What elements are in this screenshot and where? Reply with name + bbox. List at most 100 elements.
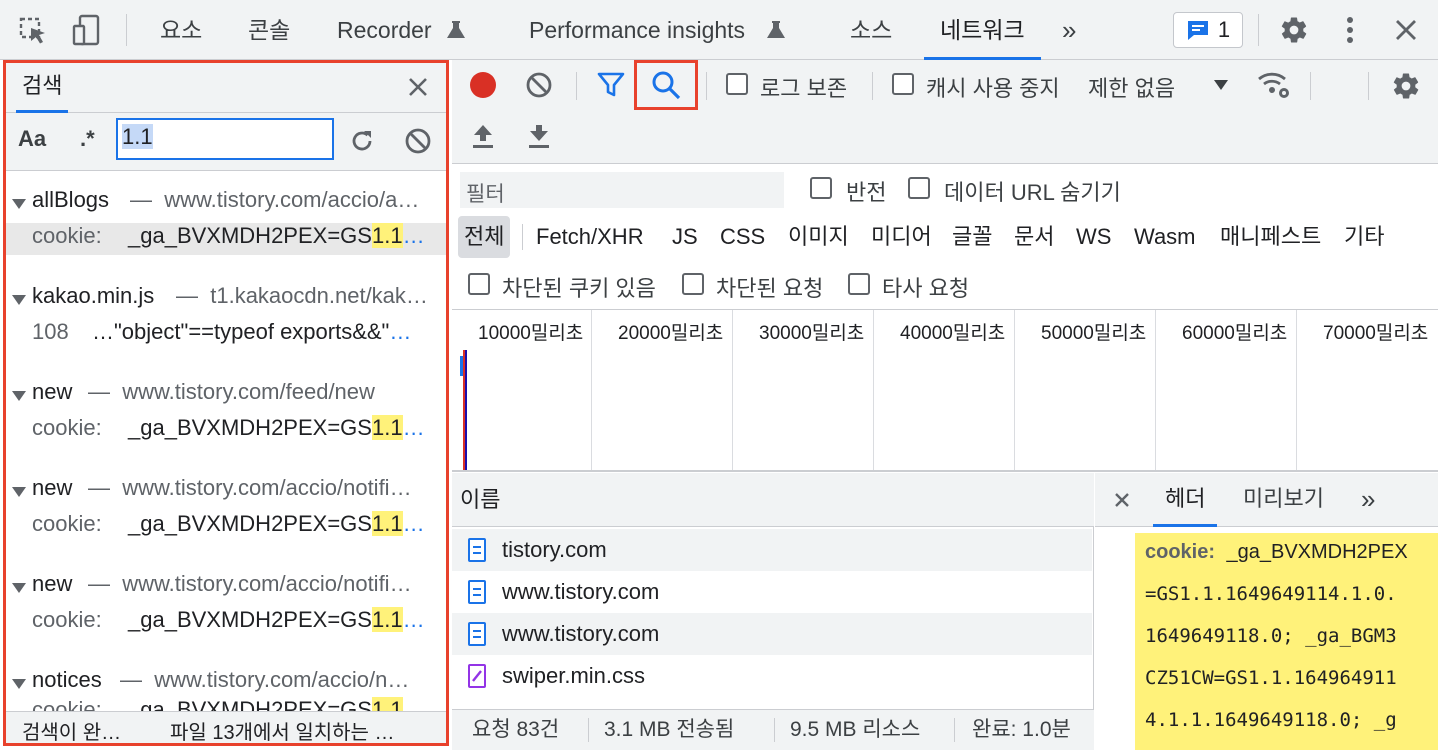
filter-input[interactable]: 필터 [460, 172, 784, 208]
clear-search-icon[interactable] [402, 125, 434, 157]
filter-type-image[interactable]: 이미지 [788, 216, 849, 258]
disable-cache-checkbox[interactable] [892, 73, 914, 95]
tab-sources[interactable]: 소스 [850, 0, 892, 60]
timeline-grid-cell: 70000밀리초 [1297, 310, 1438, 470]
tab-performance-insights-label: Performance insights [529, 17, 746, 43]
invert-checkbox[interactable] [810, 177, 832, 199]
result-file-header[interactable]: notices — www.tistory.com/accio/n… [6, 667, 446, 699]
more-details-tabs-button[interactable]: » [1361, 473, 1375, 527]
result-group[interactable]: new — www.tistory.com/accio/notifi… cook… [6, 571, 446, 643]
search-icon [652, 71, 681, 100]
issues-badge[interactable]: 1 [1173, 12, 1243, 48]
result-match-row[interactable]: cookie: _ga_BVXMDH2PEX=GS1.1… [6, 607, 446, 639]
device-toolbar-icon[interactable] [68, 12, 106, 50]
filter-type-fetch-xhr[interactable]: Fetch/XHR [536, 216, 644, 258]
triangle-expanded-icon[interactable] [12, 199, 26, 209]
request-row[interactable]: www.tistory.com [452, 613, 1092, 655]
tab-performance-insights[interactable]: Performance insights [529, 0, 745, 60]
tab-recorder[interactable]: Recorder [337, 0, 432, 60]
regex-toggle[interactable]: .* [80, 126, 95, 152]
result-group[interactable]: kakao.min.js — t1.kakaocdn.net/kak… 108 …… [6, 283, 446, 355]
refresh-icon[interactable] [346, 125, 378, 157]
network-settings-gear-icon[interactable] [1388, 68, 1424, 104]
filter-type-css[interactable]: CSS [720, 216, 765, 258]
search-panel-title[interactable]: 검색 [16, 63, 69, 113]
result-group[interactable]: notices — www.tistory.com/accio/n… cooki… [6, 667, 446, 713]
result-match-row[interactable]: cookie: _ga_BVXMDH2PEX=GS1.1… [6, 223, 446, 255]
filter-type-js[interactable]: JS [672, 216, 698, 258]
filter-type-doc[interactable]: 문서 [1014, 216, 1054, 258]
tab-elements[interactable]: 요소 [160, 0, 202, 60]
hide-data-urls-checkbox[interactable] [908, 177, 930, 199]
match-case-toggle[interactable]: Aa [18, 126, 46, 152]
result-file-header[interactable]: new — www.tistory.com/accio/notifi… [6, 571, 446, 603]
more-tabs-button[interactable]: » [1062, 0, 1076, 60]
preserve-log-checkbox[interactable] [726, 73, 748, 95]
match-ellipsis: … [402, 415, 425, 440]
match-prefix: _ga_BVXMDH2PEX=GS [128, 607, 372, 632]
result-url-text: t1.kakaocdn.net/kak… [210, 283, 428, 308]
result-file-header[interactable]: allBlogs — www.tistory.com/accio/a… [6, 187, 446, 219]
third-party-checkbox[interactable] [848, 273, 870, 295]
triangle-expanded-icon[interactable] [12, 487, 26, 497]
match-prefix: _ga_BVXMDH2PEX=GS [128, 511, 372, 536]
blocked-cookies-checkbox[interactable] [468, 273, 490, 295]
close-devtools-icon[interactable] [1390, 14, 1422, 46]
throttling-select[interactable]: 제한 없음 [1088, 71, 1175, 103]
filter-type-wasm[interactable]: Wasm [1134, 216, 1196, 258]
document-file-icon [468, 538, 486, 562]
filter-type-ws[interactable]: WS [1076, 216, 1111, 258]
column-header-name[interactable]: 이름 [452, 473, 1094, 527]
network-conditions-wifi-icon[interactable] [1254, 66, 1294, 104]
request-row[interactable]: tistory.com [452, 529, 1092, 571]
tab-headers[interactable]: 헤더 [1153, 473, 1218, 527]
triangle-expanded-icon[interactable] [12, 583, 26, 593]
record-icon[interactable] [466, 68, 500, 102]
match-prefix: _ga_BVXMDH2PEX=GS [128, 223, 372, 248]
settings-gear-icon[interactable] [1276, 12, 1312, 48]
request-name: www.tistory.com [502, 621, 660, 646]
network-overview-timeline[interactable]: 10000밀리초 20000밀리초 30000밀리초 40000밀리초 5000… [452, 310, 1438, 472]
chevron-down-icon[interactable] [1210, 74, 1232, 96]
close-details-icon[interactable] [1111, 489, 1133, 511]
filter-type-manifest[interactable]: 매니페스트 [1220, 216, 1321, 258]
tab-network[interactable]: 네트워크 [924, 0, 1041, 60]
match-key: cookie: [32, 607, 102, 632]
result-group[interactable]: new — www.tistory.com/accio/notifi… cook… [6, 475, 446, 547]
export-har-download-icon[interactable] [524, 120, 554, 152]
tab-recorder-label: Recorder [337, 17, 432, 43]
blocked-requests-checkbox[interactable] [682, 273, 704, 295]
filter-type-all[interactable]: 전체 [458, 216, 511, 258]
timeline-grid-cell: 50000밀리초 [1015, 310, 1156, 470]
search-input[interactable]: 1.1 [116, 118, 334, 160]
filter-type-media[interactable]: 미디어 [871, 216, 932, 258]
close-search-icon[interactable] [404, 73, 432, 101]
timeline-tick-label: 10000밀리초 [478, 323, 584, 344]
result-group[interactable]: new — www.tistory.com/feed/new cookie: _g… [6, 379, 446, 451]
inspect-element-icon[interactable] [16, 14, 50, 48]
filter-type-other[interactable]: 기타 [1344, 216, 1384, 258]
more-options-icon[interactable] [1334, 12, 1366, 48]
result-file-header[interactable]: new — www.tistory.com/accio/notifi… [6, 475, 446, 507]
summary-transferred: 3.1 MB 전송됨 [604, 718, 735, 741]
result-file-url: — www.tistory.com/accio/notifi… [88, 475, 412, 501]
result-file-header[interactable]: kakao.min.js — t1.kakaocdn.net/kak… [6, 283, 446, 315]
tab-console[interactable]: 콘솔 [248, 0, 290, 60]
filter-funnel-icon[interactable] [594, 68, 628, 102]
triangle-expanded-icon[interactable] [12, 679, 26, 689]
tab-preview[interactable]: 미리보기 [1243, 473, 1324, 527]
search-panel-header: 검색 [6, 63, 446, 113]
search-button[interactable] [634, 60, 698, 110]
result-group[interactable]: allBlogs — www.tistory.com/accio/a… cook… [6, 187, 446, 259]
result-file-header[interactable]: new — www.tistory.com/feed/new [6, 379, 446, 411]
filter-type-font[interactable]: 글꼴 [952, 216, 992, 258]
request-row[interactable]: www.tistory.com [452, 571, 1092, 613]
import-har-upload-icon[interactable] [468, 120, 498, 152]
result-match-row[interactable]: cookie: _ga_BVXMDH2PEX=GS1.1… [6, 511, 446, 543]
result-match-row[interactable]: 108 …"object"==typeof exports&&"… [6, 319, 446, 351]
clear-log-icon[interactable] [522, 68, 556, 102]
triangle-expanded-icon[interactable] [12, 391, 26, 401]
triangle-expanded-icon[interactable] [12, 295, 26, 305]
result-match-row[interactable]: cookie: _ga_BVXMDH2PEX=GS1.1… [6, 415, 446, 447]
request-row[interactable]: swiper.min.css [452, 655, 1092, 697]
